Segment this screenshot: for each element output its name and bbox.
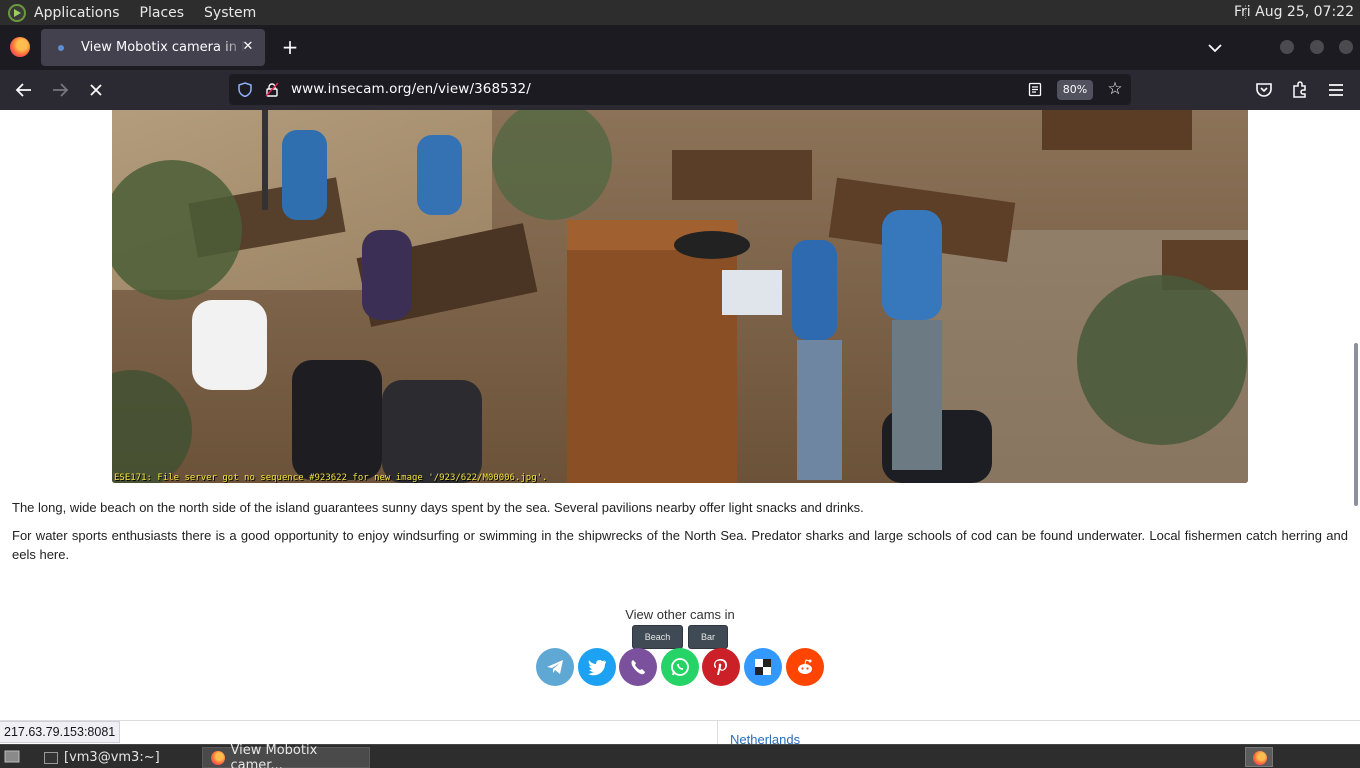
twitter-icon: [588, 660, 606, 676]
back-button-icon[interactable]: [12, 78, 36, 102]
tab-title: View Mobotix camera in Netherlands: [81, 40, 246, 55]
twitter-share-button[interactable]: [578, 648, 616, 686]
bookmark-star-icon[interactable]: ☆: [1105, 79, 1125, 99]
insecure-lock-icon[interactable]: [265, 82, 279, 97]
page-content: ESE171: File server got no sequence #923…: [0, 110, 1360, 720]
system-menu[interactable]: System: [204, 5, 256, 21]
applications-menu[interactable]: Applications: [34, 5, 120, 21]
nav-bar: www.insecam.org/en/view/368532/ 80% ☆: [0, 70, 1360, 110]
clock[interactable]: Fri Aug 25, 07:22: [1234, 4, 1354, 20]
delicious-share-button[interactable]: [744, 648, 782, 686]
camera-error-overlay: ESE171: File server got no sequence #923…: [114, 473, 548, 483]
reader-view-icon[interactable]: [1028, 82, 1042, 97]
pocket-icon[interactable]: [1254, 80, 1274, 100]
tab-active[interactable]: View Mobotix camera in Netherlands ✕: [41, 29, 265, 66]
terminal-icon: [44, 751, 58, 764]
minimize-window-icon[interactable]: [1280, 40, 1294, 54]
reddit-share-button[interactable]: [786, 648, 824, 686]
url-text[interactable]: www.insecam.org/en/view/368532/: [291, 81, 531, 97]
viber-icon: [631, 660, 645, 675]
pinterest-icon: [714, 659, 727, 675]
telegram-share-button[interactable]: [536, 648, 574, 686]
telegram-icon: [547, 660, 563, 674]
tag-beach-button[interactable]: Beach: [632, 625, 683, 649]
details-table-top: Netherlands: [0, 720, 1360, 747]
tab-strip: View Mobotix camera in Netherlands ✕ +: [0, 25, 1360, 70]
whatsapp-icon: [671, 658, 689, 676]
delicious-icon: [755, 659, 771, 675]
taskbar-firefox-label: View Mobotix camer...: [230, 742, 318, 768]
url-bar[interactable]: www.insecam.org/en/view/368532/ 80% ☆: [229, 74, 1131, 105]
workspace-switcher[interactable]: [1245, 747, 1273, 767]
list-all-tabs-icon[interactable]: [1206, 39, 1224, 57]
firefox-menu-icon[interactable]: [10, 37, 30, 57]
taskbar-firefox[interactable]: View Mobotix camer...: [202, 743, 370, 768]
zoom-level-button[interactable]: 80%: [1057, 80, 1093, 100]
firefox-taskbar-icon: [211, 750, 225, 765]
whatsapp-share-button[interactable]: [661, 648, 699, 686]
taskbar-terminal-label: [vm3@vm3:~]: [64, 750, 160, 765]
tab-close-icon[interactable]: ✕: [239, 38, 257, 56]
forward-button-icon[interactable]: [48, 78, 72, 102]
reddit-icon: [798, 659, 812, 674]
tab-favicon-icon: [58, 44, 64, 51]
tag-bar-button[interactable]: Bar: [688, 625, 728, 649]
description-paragraph-1: The long, wide beach on the north side o…: [12, 500, 864, 515]
link-status-tooltip: 217.63.79.153:8081: [0, 721, 121, 743]
pinterest-share-button[interactable]: [702, 648, 740, 686]
close-window-icon[interactable]: [1339, 40, 1353, 54]
table-divider: [717, 721, 718, 745]
view-other-cams-label: View other cams in: [625, 607, 735, 622]
taskbar-terminal[interactable]: [vm3@vm3:~]: [36, 747, 196, 768]
taskbar: [vm3@vm3:~] View Mobotix camer...: [0, 743, 1360, 768]
app-menu-icon[interactable]: [1326, 80, 1346, 100]
show-desktop-icon[interactable]: [4, 749, 20, 764]
camera-image[interactable]: ESE171: File server got no sequence #923…: [112, 110, 1248, 483]
top-panel: Applications Places System Fri Aug 25, 0…: [0, 0, 1360, 25]
places-menu[interactable]: Places: [140, 5, 185, 21]
extensions-icon[interactable]: [1290, 80, 1310, 100]
page-scrollbar[interactable]: [1354, 343, 1358, 506]
viber-share-button[interactable]: [619, 648, 657, 686]
tracking-protection-icon[interactable]: [238, 82, 252, 97]
stop-loading-icon[interactable]: [84, 78, 108, 102]
camera-scene-picture: [112, 110, 1248, 483]
maximize-window-icon[interactable]: [1310, 40, 1324, 54]
description-paragraph-2: For water sports enthusiasts there is a …: [12, 528, 1348, 562]
distro-logo-icon[interactable]: [8, 3, 26, 22]
firefox-tray-icon: [1253, 751, 1267, 765]
new-tab-button[interactable]: +: [280, 37, 300, 58]
